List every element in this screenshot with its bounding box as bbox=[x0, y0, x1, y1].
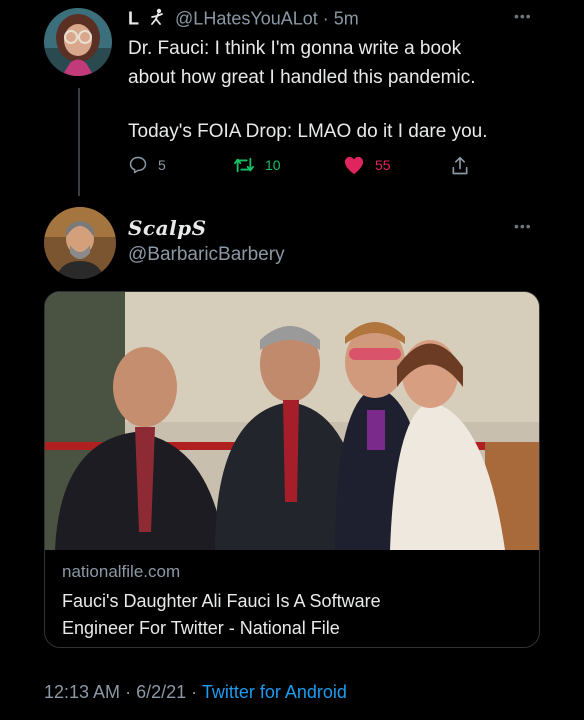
tweet-text-line: Today's FOIA Drop: LMAO do it I dare you… bbox=[128, 121, 488, 142]
share-button[interactable] bbox=[450, 155, 480, 177]
card-title-line: Fauci's Daughter Ali Fauci Is A Software bbox=[62, 591, 381, 611]
more-icon[interactable]: ••• bbox=[514, 8, 532, 24]
stick-figure-icon bbox=[148, 8, 166, 31]
tweet-text-line: Dr. Fauci: I think I'm gonna write a boo… bbox=[128, 38, 462, 59]
tweet-actions: 5 10 55 bbox=[128, 155, 478, 179]
heart-icon bbox=[344, 156, 364, 175]
card-photo bbox=[45, 292, 539, 550]
card-title-line: Engineer For Twitter - National File bbox=[62, 618, 340, 638]
tweet-text-line: about how great I handled this pandemic. bbox=[128, 67, 476, 88]
avatar[interactable] bbox=[44, 8, 112, 76]
separator: · bbox=[322, 8, 329, 29]
footer-source-link[interactable]: Twitter for Android bbox=[202, 682, 347, 702]
reply-button[interactable]: 5 bbox=[128, 155, 166, 175]
like-button[interactable]: 55 bbox=[343, 155, 391, 175]
more-icon[interactable]: ••• bbox=[514, 218, 532, 234]
like-count: 55 bbox=[375, 157, 391, 173]
separator: · bbox=[125, 682, 132, 702]
timestamp[interactable]: 5m bbox=[334, 8, 359, 28]
retweet-button[interactable]: 10 bbox=[233, 155, 281, 175]
retweet-icon bbox=[234, 157, 254, 173]
separator: · bbox=[191, 682, 198, 702]
card-domain: nationalfile.com bbox=[62, 562, 181, 581]
reply-count: 5 bbox=[158, 157, 166, 173]
handle[interactable]: @LHatesYouALot bbox=[175, 8, 318, 28]
handle[interactable]: @BarbaricBarbery bbox=[128, 244, 285, 266]
tweet-footer: 12:13 AM · 6/2/21 · Twitter for Android bbox=[44, 682, 347, 703]
display-name[interactable]: ScalpS bbox=[128, 216, 207, 240]
tweet-header: L @LHatesYouALot · 5m bbox=[128, 8, 359, 31]
reply-icon bbox=[129, 156, 147, 174]
thread-connector-line bbox=[78, 88, 80, 196]
display-name[interactable]: L bbox=[128, 8, 139, 28]
card-title[interactable]: Fauci's Daughter Ali Fauci Is A Software… bbox=[62, 588, 381, 642]
footer-time: 12:13 AM bbox=[44, 682, 121, 702]
share-icon bbox=[452, 156, 468, 175]
avatar[interactable] bbox=[44, 207, 116, 279]
link-card[interactable]: nationalfile.com Fauci's Daughter Ali Fa… bbox=[44, 291, 540, 648]
footer-date: 6/2/21 bbox=[136, 682, 187, 702]
retweet-count: 10 bbox=[265, 157, 281, 173]
